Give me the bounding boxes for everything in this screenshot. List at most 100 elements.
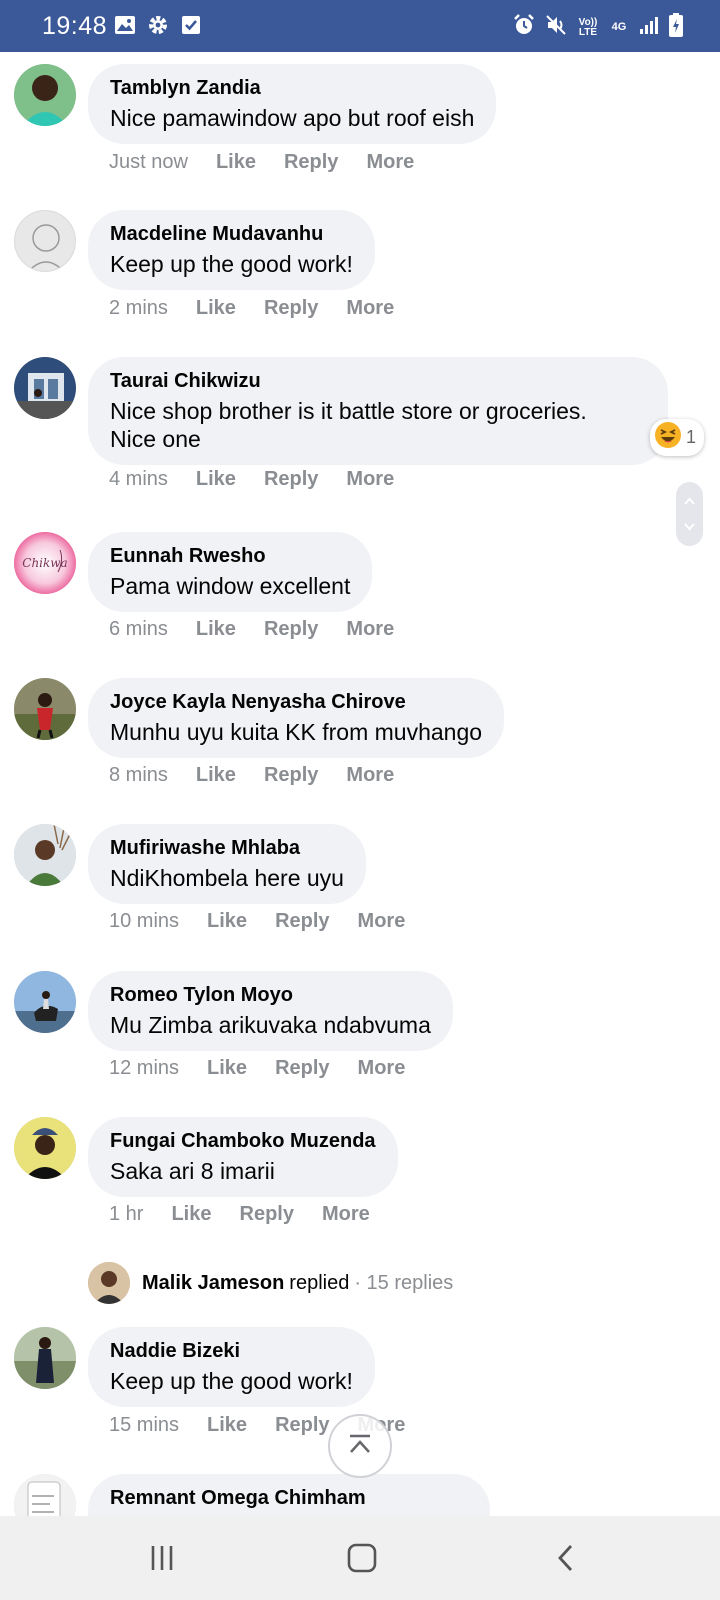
comment-text: Mu Zimba arikuvaka ndabvuma [110,1012,431,1038]
reaction-count: 1 [685,427,696,447]
comment-bubble[interactable]: Joyce Kayla Nenyasha Chirove Munhu uyu k… [88,678,505,758]
comment-author[interactable]: Taurai Chikwizu [110,369,646,393]
comment-bubble[interactable]: Fungai Chamboko Muzenda Saka ari 8 imari… [88,1117,398,1197]
comment-text: Nice shop brother is it battle store or … [110,398,587,452]
comment-author[interactable]: Eunnah Rwesho [110,544,350,568]
more-button[interactable]: More [346,468,394,491]
view-replies-link[interactable]: Malik Jameson replied · 15 replies [88,1262,453,1304]
comment-bubble[interactable]: Eunnah Rwesho Pama window excellent [88,532,373,612]
reply-button[interactable]: Reply [275,910,329,933]
avatar[interactable] [14,64,76,126]
comment-time[interactable]: 10 mins [109,910,179,933]
comment-text: Saka ari 8 imarii [110,1158,275,1184]
comment-actions: Just now Like Reply More [109,151,442,174]
comment-actions: 6 mins Like Reply More [109,618,422,641]
recent-apps-button[interactable] [140,1536,184,1580]
comment-actions: 10 mins Like Reply More [109,910,433,933]
avatar[interactable] [14,210,76,272]
avatar[interactable] [14,1117,76,1179]
avatar[interactable] [14,824,76,886]
comment-actions: 2 mins Like Reply More [109,297,422,320]
comment-text: Nice pamawindow apo but roof eish [110,105,475,131]
comment-author[interactable]: Joyce Kayla Nenyasha Chirove [110,690,482,714]
comment-author[interactable]: Fungai Chamboko Muzenda [110,1129,376,1153]
comment-actions: 4 mins Like Reply More [109,468,422,491]
comment-time[interactable]: Just now [109,151,188,174]
more-button[interactable]: More [346,618,394,641]
avatar[interactable] [14,971,76,1033]
reply-count: · 15 replies [354,1271,454,1294]
comment-time[interactable]: 1 hr [109,1203,143,1226]
scroll-handle[interactable] [676,482,703,546]
more-button[interactable]: More [346,764,394,787]
comment-text: Pama window excellent [110,573,351,599]
signal-icon [638,14,660,41]
comment-time[interactable]: 6 mins [109,618,168,641]
comment-time[interactable]: 15 mins [109,1414,179,1437]
avatar[interactable]: Chikwa [14,532,76,594]
comment-author[interactable]: Remnant Omega Chimham [110,1486,468,1510]
comment-author[interactable]: Mufiriwashe Mhlaba [110,836,344,860]
more-button[interactable]: More [358,910,406,933]
mute-icon [544,13,568,42]
comment-bubble[interactable]: Tamblyn Zandia Nice pamawindow apo but r… [88,64,497,144]
comment-text: NdiKhombela here uyu [110,865,344,891]
like-button[interactable]: Like [216,151,256,174]
comment-text: Keep up the good work! [110,251,353,277]
reply-button[interactable]: Reply [275,1057,329,1080]
comment-time[interactable]: 12 mins [109,1057,179,1080]
like-button[interactable]: Like [207,1057,247,1080]
reply-button[interactable]: Reply [240,1203,294,1226]
comment-author[interactable]: Macdeline Mudavanhu [110,222,353,246]
reaction-badge[interactable]: 1 [649,419,704,456]
status-bar: 19:48 Vo)) LTE 4G [0,0,720,52]
like-button[interactable]: Like [171,1203,211,1226]
comment-time[interactable]: 2 mins [109,297,168,320]
reply-button[interactable]: Reply [264,618,318,641]
comment-actions: 12 mins Like Reply More [109,1057,433,1080]
comment-bubble[interactable]: Naddie Bizeki Keep up the good work! [88,1327,375,1407]
comment-bubble[interactable]: Taurai Chikwizu Nice shop brother is it … [88,357,668,465]
replier-name[interactable]: Malik Jameson [142,1272,284,1295]
alarm-icon [512,13,536,42]
comment-author[interactable]: Naddie Bizeki [110,1339,353,1363]
comment-time[interactable]: 4 mins [109,468,168,491]
reply-button[interactable]: Reply [275,1414,329,1437]
navigation-bar [0,1516,720,1600]
image-icon [114,14,136,36]
like-button[interactable]: Like [207,1414,247,1437]
comment-bubble[interactable]: Mufiriwashe Mhlaba NdiKhombela here uyu [88,824,366,904]
reply-button[interactable]: Reply [284,151,338,174]
battery-icon [668,12,684,43]
comment-actions: 1 hr Like Reply More [109,1203,398,1226]
back-button[interactable] [544,1536,588,1580]
replied-label: replied [289,1271,350,1294]
reply-button[interactable]: Reply [264,297,318,320]
more-button[interactable]: More [346,297,394,320]
more-button[interactable]: More [366,151,414,174]
comment-time[interactable]: 8 mins [109,764,168,787]
comment-actions: 8 mins Like Reply More [109,764,422,787]
comment-author[interactable]: Tamblyn Zandia [110,76,474,100]
4g-icon: 4G [611,21,627,33]
status-time: 19:48 [42,12,108,40]
avatar[interactable] [14,1327,76,1389]
comment-bubble[interactable]: Romeo Tylon Moyo Mu Zimba arikuvaka ndab… [88,971,453,1051]
home-button[interactable] [340,1536,384,1580]
more-button[interactable]: More [358,1057,406,1080]
like-button[interactable]: Like [207,910,247,933]
comment-bubble[interactable]: Macdeline Mudavanhu Keep up the good wor… [88,210,375,290]
like-button[interactable]: Like [196,468,236,491]
like-button[interactable]: Like [196,297,236,320]
scroll-to-top-button[interactable] [328,1414,392,1478]
reply-button[interactable]: Reply [264,764,318,787]
like-button[interactable]: Like [196,764,236,787]
chevron-up-icon [344,1428,376,1465]
like-button[interactable]: Like [196,618,236,641]
gear-icon [147,14,169,36]
more-button[interactable]: More [322,1203,370,1226]
reply-button[interactable]: Reply [264,468,318,491]
comment-author[interactable]: Romeo Tylon Moyo [110,983,431,1007]
avatar[interactable] [14,357,76,419]
avatar[interactable] [14,678,76,740]
